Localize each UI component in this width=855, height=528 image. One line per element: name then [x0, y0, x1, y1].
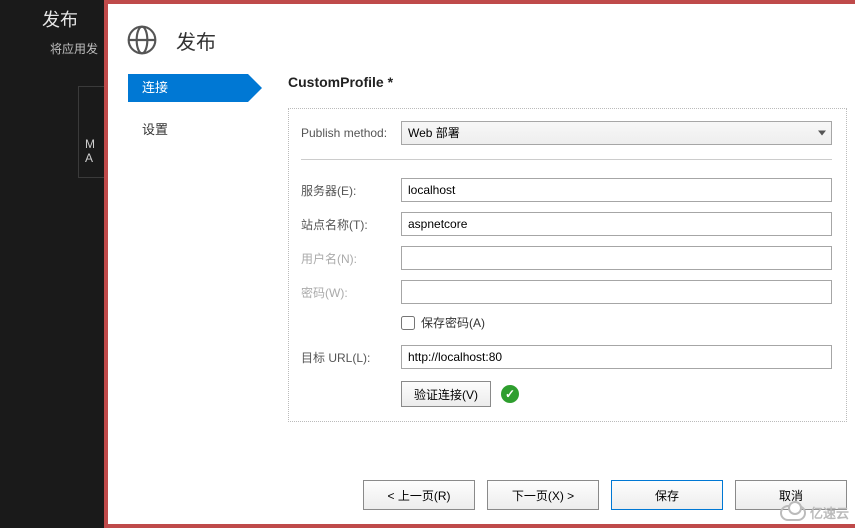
row-dest-url: 目标 URL(L): — [301, 345, 832, 369]
bg-box-text2: A — [85, 151, 101, 165]
label-password: 密码(W): — [301, 284, 401, 301]
bg-box-text1: M — [85, 137, 101, 151]
publish-method-select[interactable]: Web 部署 — [401, 121, 832, 145]
nav-item-settings[interactable]: 设置 — [128, 116, 268, 144]
next-button[interactable]: 下一页(X) > — [487, 480, 599, 510]
save-button[interactable]: 保存 — [611, 480, 723, 510]
dialog-title: 发布 — [176, 26, 216, 55]
dialog-footer: < 上一页(R) 下一页(X) > 保存 取消 — [108, 480, 855, 510]
row-username: 用户名(N): — [301, 246, 832, 270]
username-input[interactable] — [401, 246, 832, 270]
profile-title: CustomProfile * — [288, 74, 847, 90]
label-publish-method: Publish method: — [301, 126, 401, 140]
bg-page-title: 发布 — [42, 6, 78, 32]
validate-success-icon: ✓ — [501, 385, 519, 403]
row-publish-method: Publish method: Web 部署 — [301, 121, 832, 145]
form-section: Publish method: Web 部署 服务器(E): 站点名称 — [288, 108, 847, 422]
site-name-input[interactable] — [401, 212, 832, 236]
bg-page-subtitle: 将应用发 — [50, 40, 98, 57]
row-site-name: 站点名称(T): — [301, 212, 832, 236]
publish-dialog: 发布 连接 设置 CustomProfile * Publish method:… — [104, 0, 855, 528]
cancel-button[interactable]: 取消 — [735, 480, 847, 510]
server-input[interactable] — [401, 178, 832, 202]
label-dest-url: 目标 URL(L): — [301, 349, 401, 366]
wizard-nav: 连接 设置 — [128, 74, 268, 422]
validate-connection-button[interactable]: 验证连接(V) — [401, 381, 491, 407]
dialog-header: 发布 — [108, 4, 855, 74]
label-username: 用户名(N): — [301, 250, 401, 267]
dest-url-input[interactable] — [401, 345, 832, 369]
label-site-name: 站点名称(T): — [301, 216, 401, 233]
save-password-checkbox[interactable] — [401, 316, 415, 330]
row-server: 服务器(E): — [301, 178, 832, 202]
label-server: 服务器(E): — [301, 182, 401, 199]
row-save-password: 保存密码(A) — [401, 314, 832, 331]
divider — [301, 159, 832, 160]
prev-button[interactable]: < 上一页(R) — [363, 480, 475, 510]
form-area: CustomProfile * Publish method: Web 部署 服… — [268, 74, 855, 422]
row-password: 密码(W): — [301, 280, 832, 304]
password-input[interactable] — [401, 280, 832, 304]
nav-item-connection[interactable]: 连接 — [128, 74, 248, 102]
globe-icon — [126, 24, 158, 56]
label-save-password: 保存密码(A) — [421, 314, 485, 331]
dialog-body: 连接 设置 CustomProfile * Publish method: We… — [108, 74, 855, 422]
row-validate: 验证连接(V) ✓ — [401, 381, 832, 407]
